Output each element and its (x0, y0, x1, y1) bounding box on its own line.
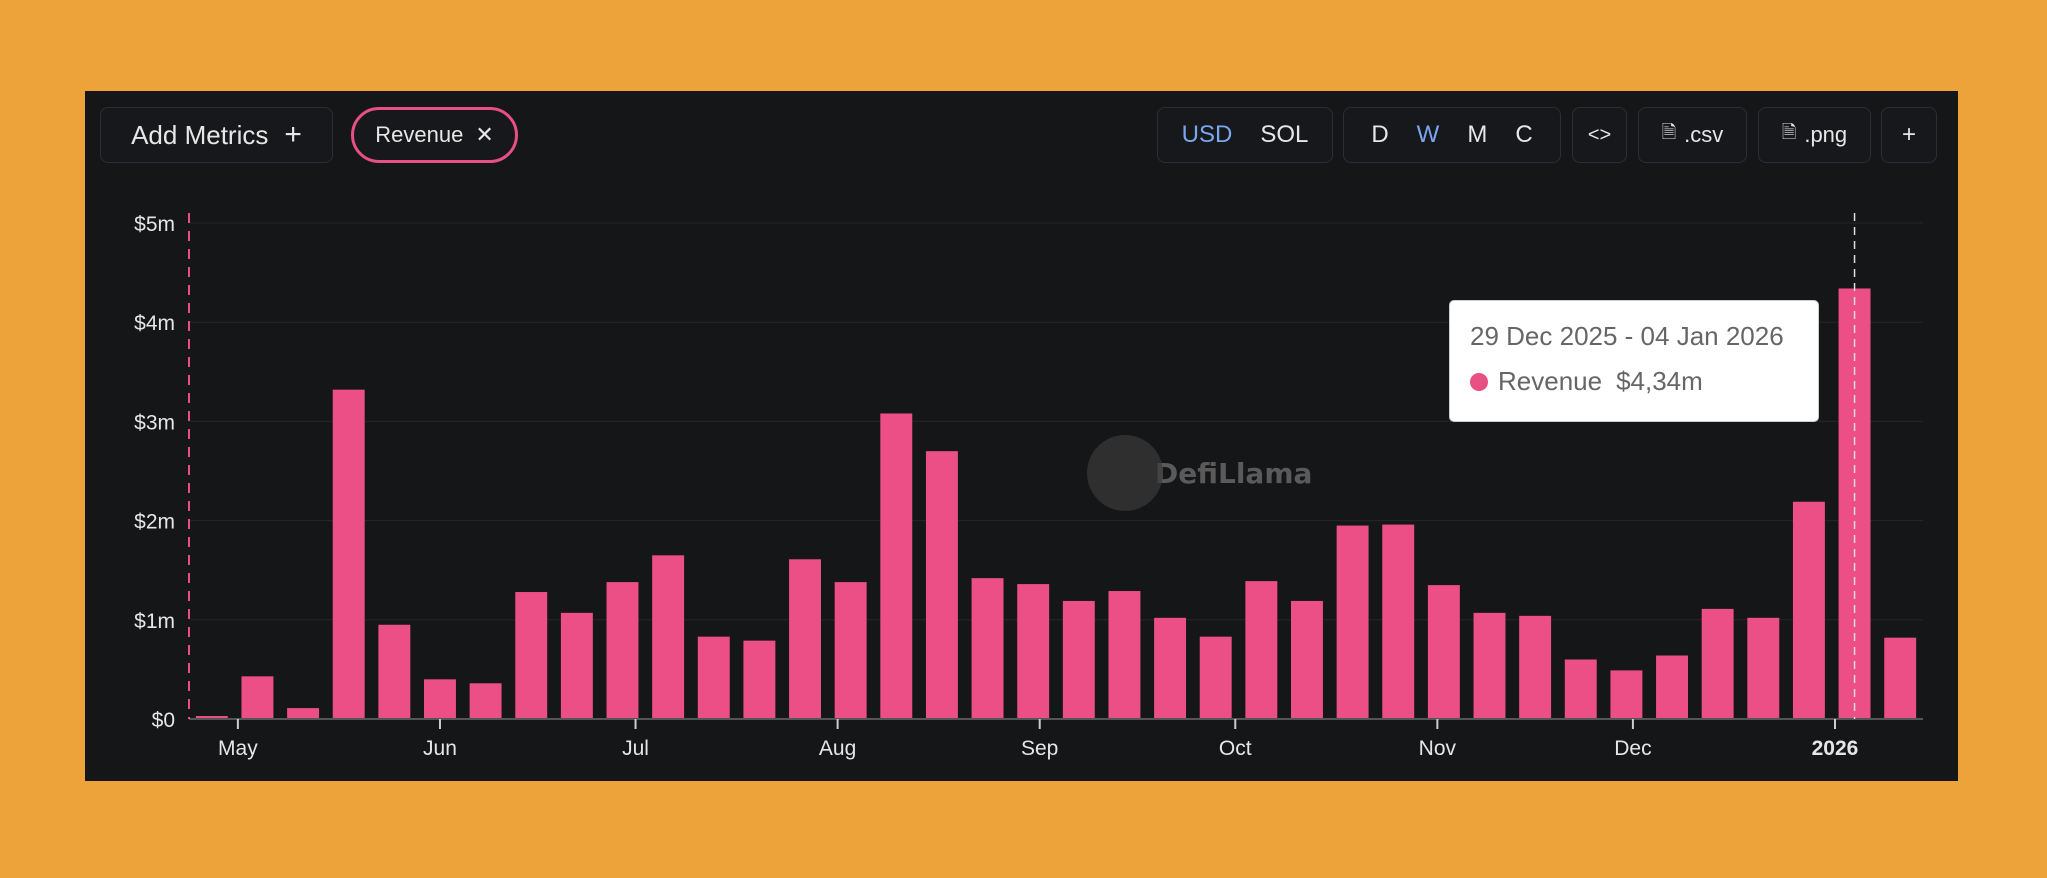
x-tick-label: Aug (819, 737, 856, 760)
bar[interactable] (560, 612, 593, 719)
bar[interactable] (332, 389, 365, 719)
bar[interactable] (880, 413, 913, 719)
y-tick-label: $2m (134, 511, 175, 534)
bar[interactable] (743, 640, 776, 719)
y-tick-label: $5m (134, 213, 175, 236)
bar[interactable] (1199, 636, 1232, 719)
bar[interactable] (1473, 612, 1506, 719)
y-tick-label: $3m (134, 411, 175, 434)
tooltip: 29 Dec 2025 - 04 Jan 2026 Revenue $4,34m (1449, 300, 1819, 422)
bar[interactable] (606, 582, 639, 719)
series-dot-icon (1470, 372, 1488, 391)
bar[interactable] (515, 592, 548, 719)
bar[interactable] (652, 555, 685, 719)
bar[interactable] (1656, 655, 1688, 719)
bar[interactable] (697, 636, 730, 719)
bar[interactable] (834, 582, 867, 719)
tooltip-value: $4,34m (1616, 366, 1703, 396)
chart-panel: Add Metrics + Revenue ✕ USD SOL D W M C … (85, 91, 1958, 781)
revenue-bar-chart: DefiLlama $0 $1m $2m $3m $4m $5m May Jun Jul Aug S… (134, 213, 1923, 760)
tooltip-date: 29 Dec 2025 - 04 Jan 2026 (1470, 321, 1784, 351)
bar[interactable] (1108, 591, 1141, 719)
bar[interactable] (1245, 581, 1278, 719)
bar[interactable] (241, 676, 274, 719)
bar[interactable] (925, 451, 958, 719)
y-tick-label: $4m (134, 312, 175, 335)
bar[interactable] (378, 624, 411, 719)
bar[interactable] (1610, 670, 1643, 719)
x-tick-label: Nov (1419, 737, 1457, 760)
bar[interactable] (1062, 600, 1095, 719)
bar[interactable] (1154, 617, 1187, 719)
bar[interactable] (424, 679, 456, 719)
y-tick-label: $0 (152, 709, 175, 732)
x-tick-label: 2026 (1812, 737, 1859, 760)
tooltip-series: Revenue (1498, 366, 1603, 396)
bar[interactable] (287, 708, 320, 719)
bar[interactable] (1884, 637, 1917, 719)
x-tick-label: Oct (1219, 737, 1252, 760)
bar[interactable] (971, 578, 1004, 719)
bar[interactable] (1701, 608, 1734, 719)
bar[interactable] (1747, 617, 1780, 719)
bar[interactable] (1427, 585, 1460, 719)
bar[interactable] (1336, 525, 1369, 719)
bar[interactable] (1382, 524, 1415, 719)
x-tick-label: Sep (1021, 737, 1058, 760)
x-tick-label: Dec (1614, 737, 1651, 760)
llama-logo-icon (1087, 435, 1163, 511)
y-tick-label: $1m (134, 610, 175, 633)
bar[interactable] (789, 559, 821, 719)
x-tick-label: Jul (622, 737, 649, 760)
bar[interactable] (1017, 584, 1050, 719)
bar[interactable] (469, 683, 502, 719)
bar[interactable] (1792, 501, 1825, 719)
bar[interactable] (1564, 659, 1597, 719)
bar[interactable] (1519, 615, 1552, 719)
watermark: DefiLlama (1155, 457, 1312, 490)
bar[interactable] (1291, 600, 1323, 719)
x-tick-label: Jun (423, 737, 457, 760)
x-tick-label: May (218, 737, 258, 760)
